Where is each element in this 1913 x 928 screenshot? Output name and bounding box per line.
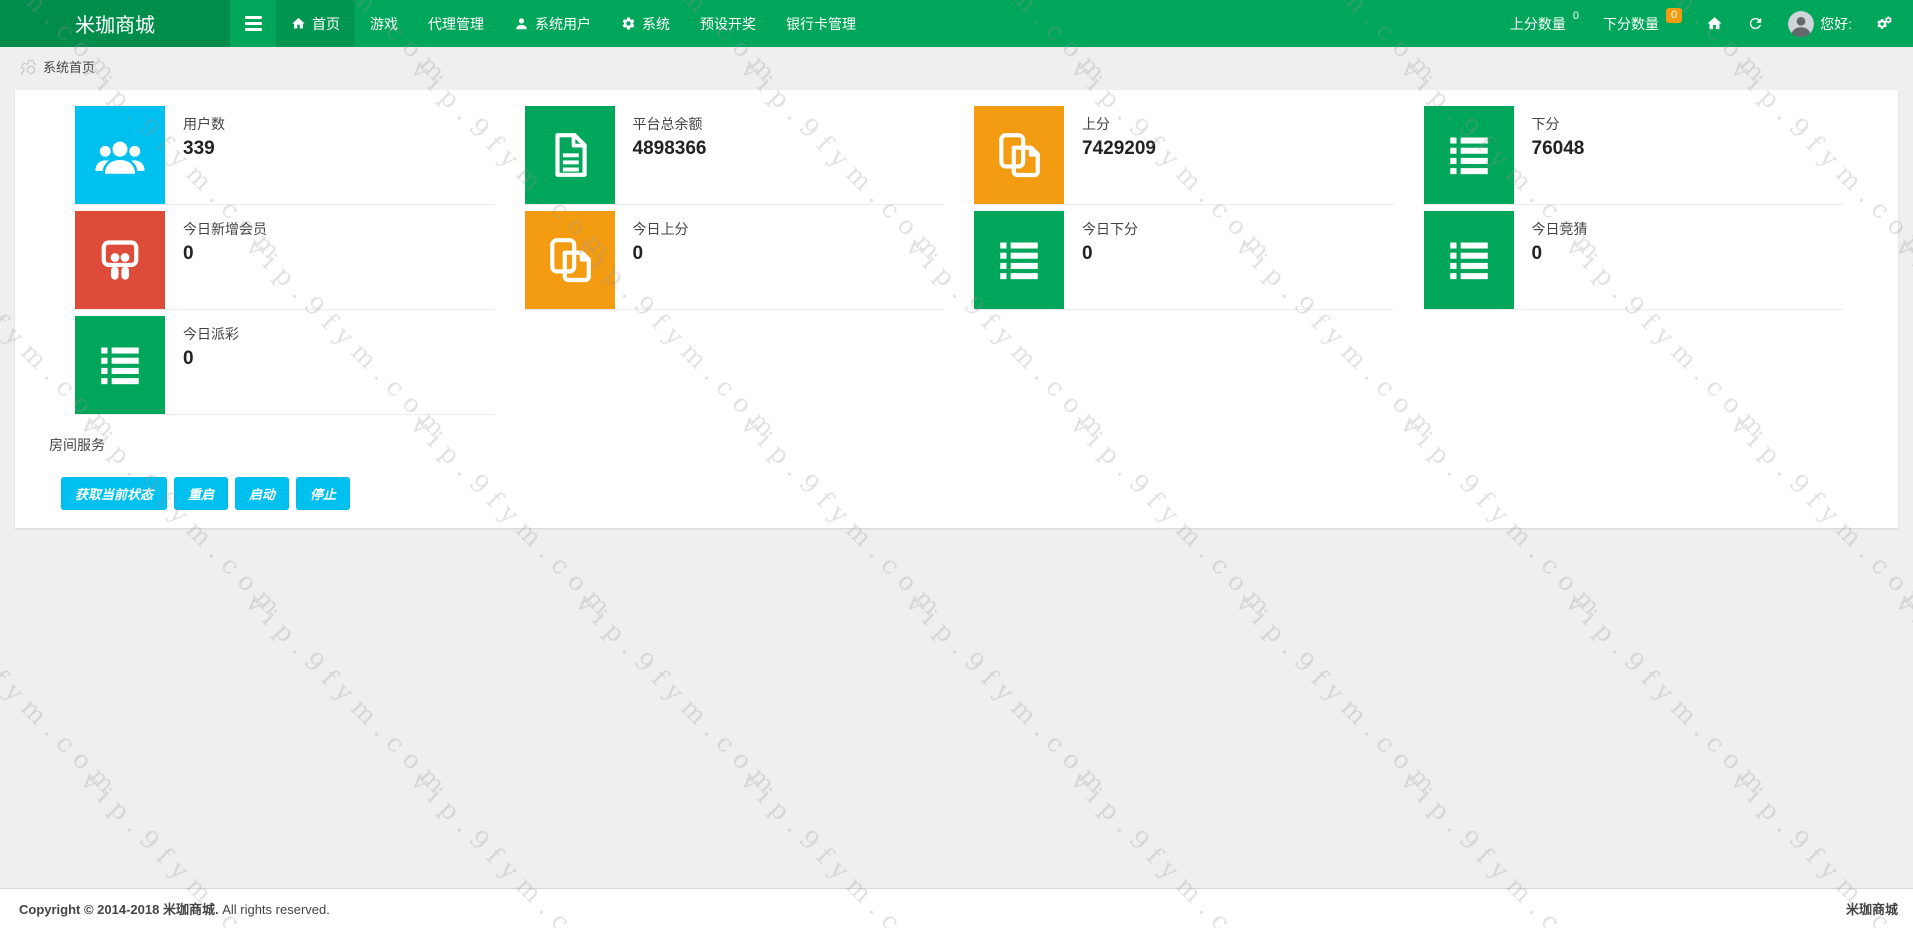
navbar-right: 上分数量 0 下分数量 0 您好: bbox=[1498, 0, 1913, 47]
stat-label: 今日上分 bbox=[632, 221, 689, 237]
stat-box: 用户数 339 bbox=[75, 106, 495, 205]
nav-item-1[interactable]: 首页 bbox=[276, 0, 355, 47]
watermark-text: vip.9fym.com bbox=[1230, 588, 1448, 805]
content-panel: 用户数 339 平台总余额 4898366 上分 7429209 下分 7604… bbox=[15, 90, 1898, 528]
nav-item-label: 银行卡管理 bbox=[786, 15, 856, 32]
user-icon bbox=[514, 16, 529, 31]
watermark-text: vip.9fym.com bbox=[1560, 588, 1778, 805]
refresh-icon[interactable] bbox=[1735, 0, 1776, 47]
menu-icon[interactable] bbox=[230, 0, 276, 47]
nav-item-5[interactable]: 系统 bbox=[606, 0, 685, 47]
stat-label: 上分 bbox=[1082, 116, 1110, 132]
nav-item-3[interactable]: 代理管理 bbox=[413, 0, 499, 47]
avatar bbox=[1788, 11, 1814, 37]
watermark-text: vip.9fym.com bbox=[570, 588, 788, 805]
copy-icon[interactable] bbox=[524, 211, 615, 309]
watermark-text: vip.9fym.com bbox=[0, 588, 128, 805]
stat-label: 用户数 bbox=[183, 116, 225, 132]
gear-icon bbox=[621, 16, 636, 31]
stat-value: 0 bbox=[1531, 243, 1543, 264]
stat-label: 今日新增会员 bbox=[183, 221, 267, 237]
list-icon[interactable] bbox=[974, 211, 1064, 309]
stat-value: 0 bbox=[632, 243, 644, 264]
stat-value: 4898366 bbox=[632, 138, 707, 159]
watermark-text: vip.9fym.com bbox=[900, 588, 1118, 805]
footer: Copyright © 2014-2018 米珈商城. All rights r… bbox=[0, 888, 1913, 928]
navbar-spacer bbox=[871, 0, 1498, 47]
stop-button[interactable]: 停止 bbox=[296, 477, 351, 510]
file-text-icon[interactable] bbox=[524, 106, 615, 204]
stat-value: 339 bbox=[183, 138, 215, 159]
stat-value: 7429209 bbox=[1082, 138, 1156, 159]
stat-label: 下分 bbox=[1531, 116, 1560, 132]
stat-box: 上分 7429209 bbox=[974, 106, 1394, 205]
nav-item-label: 首页 bbox=[312, 15, 340, 32]
nav-item-4[interactable]: 系统用户 bbox=[499, 0, 606, 47]
nav-item-2[interactable]: 游戏 bbox=[355, 0, 413, 47]
cogs-icon[interactable] bbox=[1864, 0, 1905, 47]
home-icon[interactable] bbox=[1694, 0, 1735, 47]
list-icon[interactable] bbox=[75, 316, 165, 414]
stat-value: 0 bbox=[183, 243, 194, 264]
nav-item-7[interactable]: 银行卡管理 bbox=[771, 0, 871, 47]
user-account-link[interactable]: 您好: bbox=[1776, 0, 1864, 47]
stat-value: 0 bbox=[183, 348, 194, 369]
home-icon bbox=[291, 16, 306, 31]
footer-brand: 米珈商城 bbox=[1845, 902, 1898, 917]
navbar-menu: 首页 游戏 代理管理 系统用户 系统 预设开奖 银行卡管理 bbox=[276, 0, 871, 47]
stat-box: 平台总余额 4898366 bbox=[524, 106, 944, 205]
nav-item-6[interactable]: 预设开奖 bbox=[685, 0, 771, 47]
page-title: 系统首页 bbox=[43, 59, 96, 75]
get-status-button[interactable]: 获取当前状态 bbox=[61, 477, 168, 510]
users-icon[interactable] bbox=[75, 106, 165, 204]
stat-box: 下分 76048 bbox=[1423, 106, 1843, 205]
stat-box: 今日新增会员 0 bbox=[75, 211, 495, 310]
slideshare-icon[interactable] bbox=[75, 211, 165, 309]
stat-box: 今日派彩 0 bbox=[75, 316, 495, 415]
nav-item-label: 代理管理 bbox=[428, 15, 484, 32]
watermark-text: vip.9fym.com bbox=[240, 588, 458, 805]
breadcrumb: 系统首页 bbox=[0, 47, 1913, 85]
stat-label: 今日派彩 bbox=[183, 326, 239, 342]
watermark-text: vip.9fym.com bbox=[1890, 588, 1913, 805]
room-service-title: 房间服务 bbox=[49, 437, 105, 453]
nav-item-label: 系统用户 bbox=[535, 15, 591, 32]
gear-outline-icon bbox=[21, 59, 36, 75]
stat-box: 今日竞猜 0 bbox=[1423, 211, 1843, 310]
stats-grid: 用户数 339 平台总余额 4898366 上分 7429209 下分 7604… bbox=[75, 106, 1843, 421]
brand-logo[interactable]: 米珈商城 bbox=[0, 0, 230, 47]
nav-item-label: 游戏 bbox=[370, 15, 398, 32]
down-score-count-badge: 0 bbox=[1665, 8, 1683, 23]
greeting-label: 您好: bbox=[1820, 15, 1852, 32]
down-score-count-label: 下分数量 bbox=[1602, 15, 1659, 32]
start-button[interactable]: 启动 bbox=[235, 477, 290, 510]
stat-value: 76048 bbox=[1531, 138, 1585, 159]
up-score-count-link[interactable]: 上分数量 0 bbox=[1498, 0, 1591, 47]
copy-icon[interactable] bbox=[974, 106, 1064, 204]
room-service-buttons: 获取当前状态 重启 启动 停止 bbox=[61, 477, 1843, 510]
list-icon[interactable] bbox=[1423, 211, 1514, 309]
stat-value: 0 bbox=[1082, 243, 1093, 264]
stat-box: 今日上分 0 bbox=[524, 211, 944, 310]
stat-box: 今日下分 0 bbox=[974, 211, 1394, 310]
restart-button[interactable]: 重启 bbox=[174, 477, 229, 510]
nav-item-label: 预设开奖 bbox=[700, 15, 756, 32]
stat-label: 今日竞猜 bbox=[1531, 221, 1588, 237]
stat-label: 平台总余额 bbox=[632, 116, 703, 132]
up-score-count-badge: 0 bbox=[1572, 9, 1579, 22]
up-score-count-label: 上分数量 bbox=[1509, 15, 1566, 32]
navbar: 米珈商城 首页 游戏 代理管理 系统用户 系统 预设开奖 银行卡管理 上分数量 0 下分数量… bbox=[0, 0, 1913, 47]
list-icon[interactable] bbox=[1423, 106, 1514, 204]
stat-label: 今日下分 bbox=[1082, 221, 1138, 237]
nav-item-label: 系统 bbox=[642, 15, 670, 32]
down-score-count-link[interactable]: 下分数量 0 bbox=[1591, 0, 1694, 47]
copyright-text: Copyright © 2014-2018 米珈商城. All rights r… bbox=[19, 902, 330, 917]
